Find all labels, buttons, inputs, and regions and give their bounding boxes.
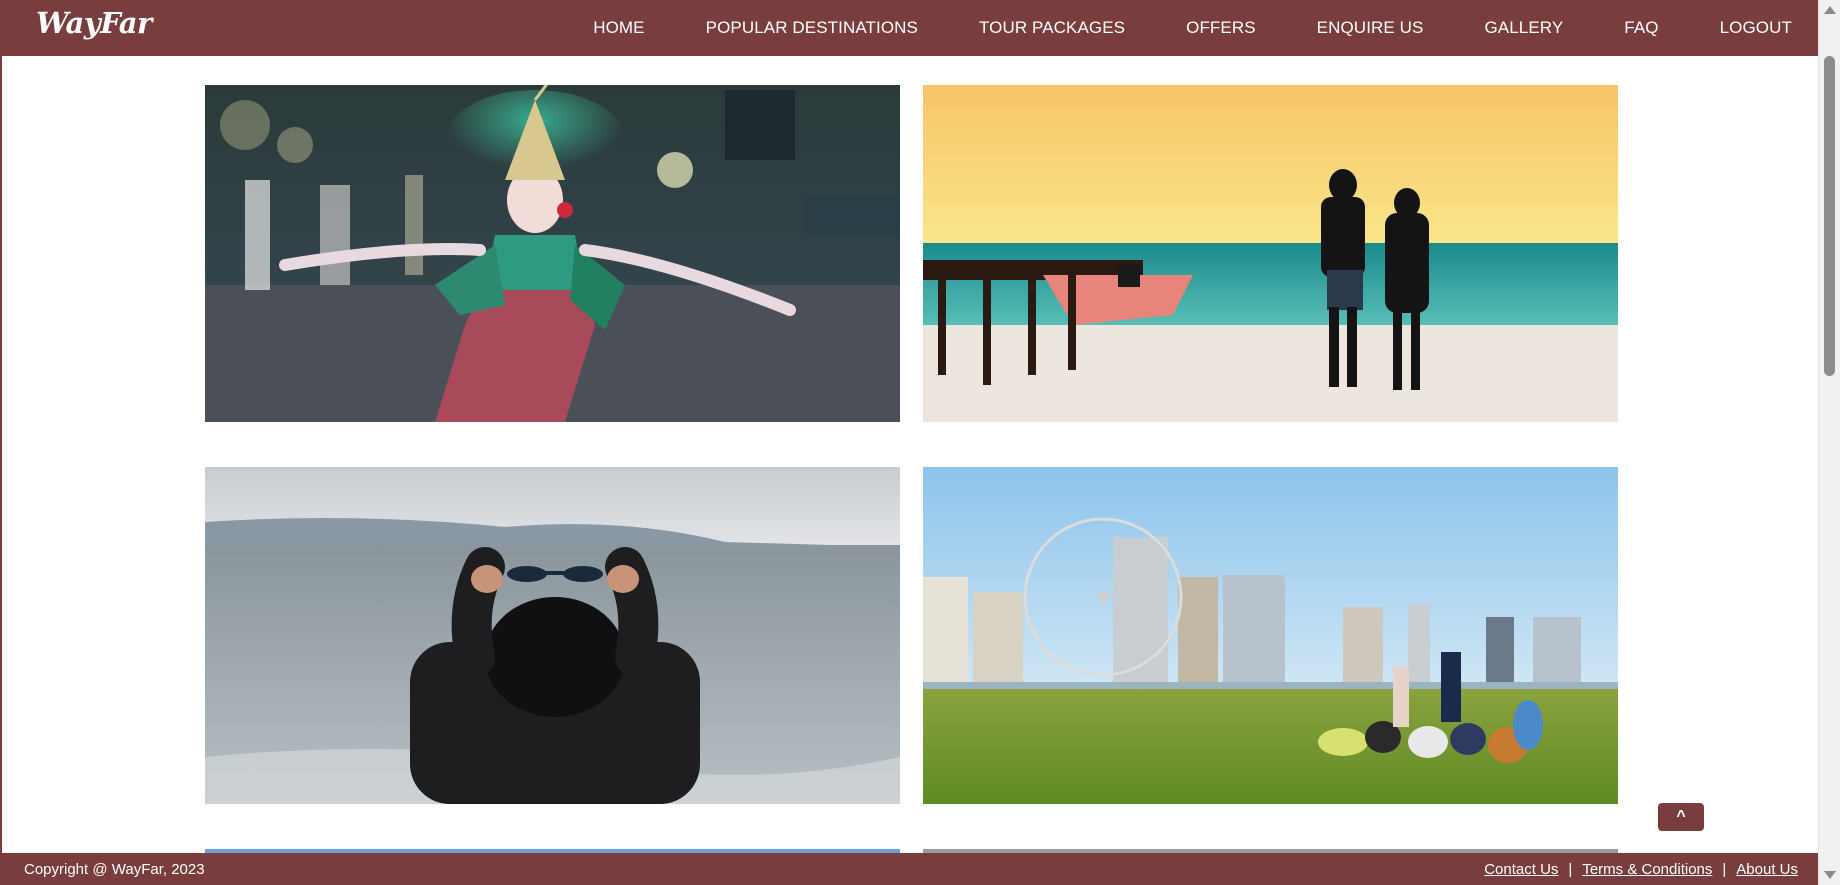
beach-couple-illustration: [923, 85, 1618, 422]
top-navbar: WayFar HOME POPULAR DESTINATIONS TOUR PA…: [2, 0, 1820, 56]
gallery-image-thai-dancer[interactable]: [205, 85, 900, 422]
thai-dancer-illustration: [205, 85, 900, 422]
footer: Copyright @ WayFar, 2023 Contact Us | Te…: [2, 853, 1820, 885]
footer-separator: |: [1722, 861, 1727, 878]
nav-item-gallery[interactable]: GALLERY: [1484, 18, 1563, 38]
back-to-top-button[interactable]: ^: [1658, 803, 1704, 831]
footer-link-about-us[interactable]: About Us: [1736, 861, 1798, 878]
gallery-image-city-park[interactable]: [923, 467, 1618, 804]
nav-item-logout[interactable]: LOGOUT: [1720, 18, 1792, 38]
footer-separator: |: [1568, 861, 1573, 878]
nav-item-faq[interactable]: FAQ: [1624, 18, 1658, 38]
nav-item-offers[interactable]: OFFERS: [1186, 18, 1256, 38]
gallery-image-beach-couple[interactable]: [923, 85, 1618, 422]
main-nav: HOME POPULAR DESTINATIONS TOUR PACKAGES …: [532, 0, 1792, 56]
nav-item-popular-destinations[interactable]: POPULAR DESTINATIONS: [706, 18, 918, 38]
scrollbar-thumb[interactable]: [1824, 56, 1835, 376]
scroll-up-arrow-icon[interactable]: [1824, 6, 1836, 14]
scroll-down-arrow-icon[interactable]: [1824, 871, 1836, 879]
vertical-scrollbar[interactable]: [1818, 0, 1840, 885]
copyright-text: Copyright @ WayFar, 2023: [24, 861, 205, 878]
footer-link-terms-conditions[interactable]: Terms & Conditions: [1582, 861, 1712, 878]
nav-item-enquire-us[interactable]: ENQUIRE US: [1317, 18, 1424, 38]
nav-item-tour-packages[interactable]: TOUR PACKAGES: [979, 18, 1125, 38]
city-park-illustration: [923, 467, 1618, 804]
page: WayFar HOME POPULAR DESTINATIONS TOUR PA…: [0, 0, 1840, 885]
brand-logo[interactable]: WayFar: [36, 6, 152, 40]
sunglasses-sea-illustration: [205, 467, 900, 804]
footer-links: Contact Us | Terms & Conditions | About …: [1484, 861, 1798, 878]
nav-item-home[interactable]: HOME: [593, 18, 644, 38]
gallery-image-sunglasses-sea[interactable]: [205, 467, 900, 804]
footer-link-contact-us[interactable]: Contact Us: [1484, 861, 1558, 878]
